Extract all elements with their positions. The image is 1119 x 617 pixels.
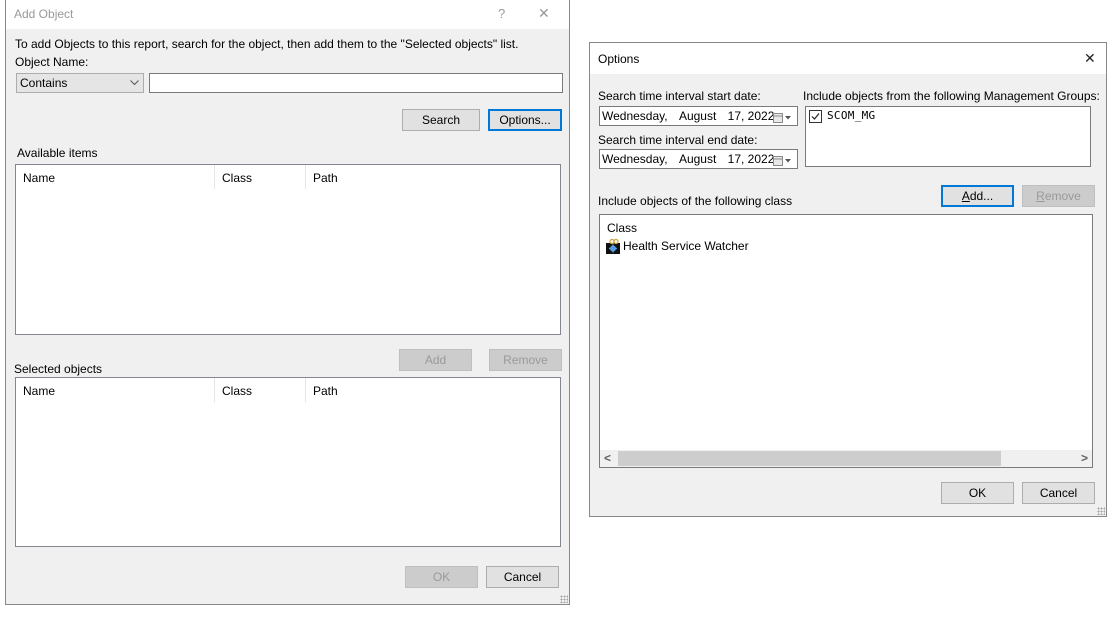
management-groups-label: Include objects from the following Manag… [803,89,1100,103]
scroll-right-arrow[interactable]: > [1081,451,1088,465]
object-name-input[interactable] [149,73,563,93]
match-mode-value: Contains [20,76,68,90]
add-class-button[interactable]: Add... [941,185,1014,207]
dialog-title: Add Object [14,7,74,21]
management-groups-list[interactable]: SCOM_MG [805,106,1091,167]
remove-button[interactable]: Remove [489,349,562,371]
column-header-class[interactable]: Class [215,378,252,402]
start-date-picker[interactable]: Wednesday, August 17, 2022 [599,106,798,126]
selected-objects-list[interactable]: Name Class Path [15,377,561,547]
start-date-weekday[interactable]: Wednesday, [602,109,668,123]
options-dialog: Options ✕ Search time interval start dat… [589,42,1107,517]
instructions-text: To add Objects to this report, search fo… [15,37,519,51]
remove-label-rest: emove [1044,189,1081,203]
ok-button[interactable]: OK [941,482,1014,504]
end-date-weekday[interactable]: Wednesday, [602,152,668,166]
options-button[interactable]: Options... [488,109,562,131]
start-date-label: Search time interval start date: [598,89,761,103]
close-icon[interactable]: ✕ [538,5,550,22]
column-header-path[interactable]: Path [306,378,338,402]
column-header-class[interactable]: Class [215,165,252,189]
start-date-day-year[interactable]: 17, 2022 [728,109,775,123]
class-list[interactable]: Class Health Service Watcher < > [599,214,1093,468]
help-button[interactable]: ? [498,6,505,21]
resize-grip[interactable] [1097,507,1105,515]
end-date-day-year[interactable]: 17, 2022 [728,152,775,166]
resize-grip[interactable] [560,595,568,603]
end-date-picker[interactable]: Wednesday, August 17, 2022 [599,149,798,169]
ok-button[interactable]: OK [405,566,478,588]
dialog-title: Options [598,52,640,66]
management-group-name: SCOM_MG [827,109,876,122]
search-button[interactable]: Search [402,109,480,131]
available-items-label: Available items [17,146,98,160]
add-button[interactable]: Add [399,349,472,371]
cancel-button[interactable]: Cancel [1022,482,1095,504]
match-mode-dropdown[interactable]: Contains [16,73,144,93]
end-date-label: Search time interval end date: [598,133,758,147]
calendar-dropdown-icon[interactable] [773,154,793,166]
column-header-name[interactable]: Name [16,378,55,402]
add-label-rest: dd... [969,189,994,203]
class-section-label: Include objects of the following class [598,194,793,208]
scrollbar-thumb[interactable] [618,451,1001,466]
options-titlebar: Options ✕ [590,43,1106,74]
available-items-list[interactable]: Name Class Path [15,164,561,335]
start-date-month[interactable]: August [679,109,716,123]
cancel-button[interactable]: Cancel [486,566,559,588]
health-service-watcher-icon [606,238,621,254]
remove-accesskey: R [1036,189,1045,203]
column-header-path[interactable]: Path [306,165,338,189]
class-item-name: Health Service Watcher [623,239,749,253]
end-date-month[interactable]: August [679,152,716,166]
add-accesskey: A [961,189,970,203]
selected-objects-label: Selected objects [14,362,103,376]
column-header-name[interactable]: Name [16,165,55,189]
calendar-dropdown-icon[interactable] [773,111,793,123]
add-object-titlebar: Add Object ? ✕ [6,0,569,29]
add-object-dialog: Add Object ? ✕ To add Objects to this re… [5,0,570,605]
checkbox-checked-icon[interactable] [809,110,822,123]
close-icon[interactable]: ✕ [1084,50,1096,67]
chevron-down-icon [130,80,139,86]
scroll-left-arrow[interactable]: < [604,451,611,465]
horizontal-scrollbar[interactable]: < > [600,450,1092,467]
remove-class-button[interactable]: Remove [1022,185,1095,207]
class-column-header[interactable]: Class [607,221,637,235]
object-name-label: Object Name: [15,55,89,69]
